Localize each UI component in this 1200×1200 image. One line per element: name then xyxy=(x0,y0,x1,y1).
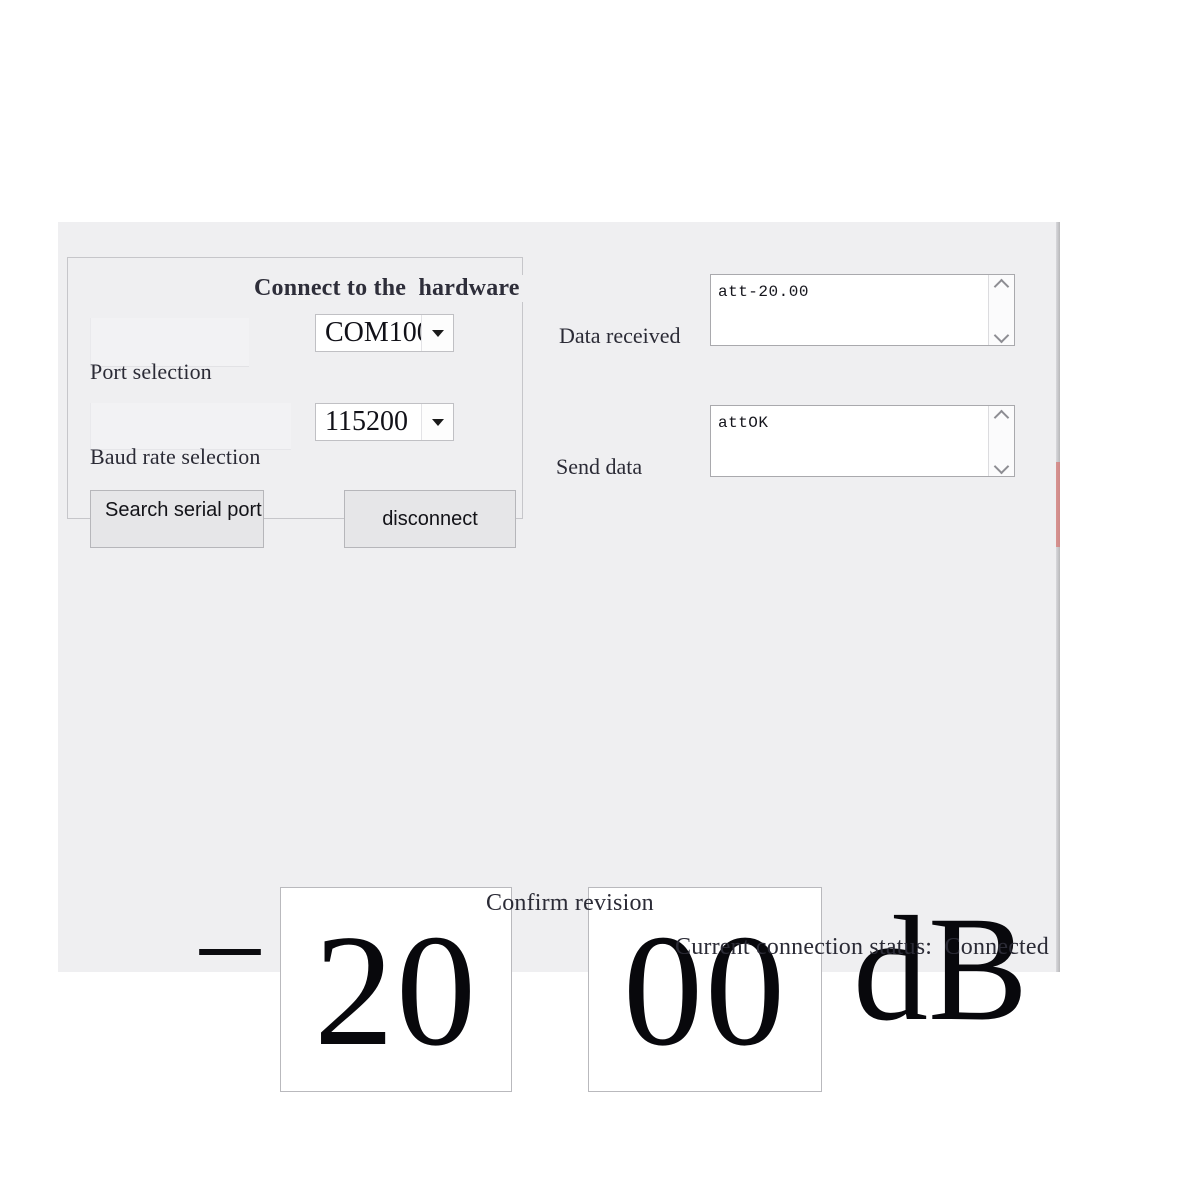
chevron-down-icon[interactable] xyxy=(421,315,453,351)
attenuation-fraction-input[interactable]: 00 xyxy=(588,887,822,1092)
baud-rate-selection-label: Baud rate selection xyxy=(90,444,261,469)
attenuation-readout: – 20 00 dB xyxy=(58,542,1060,1092)
chevron-down-icon[interactable] xyxy=(995,331,1009,340)
data-received-scrollbar[interactable] xyxy=(988,275,1014,345)
connect-to-hardware-group: Connect to the hardware Port selection B… xyxy=(67,257,526,548)
chevron-down-icon[interactable] xyxy=(995,462,1009,471)
data-received-textbox[interactable]: att-20.00 xyxy=(710,274,1015,346)
send-data-value: attOK xyxy=(718,414,769,432)
chevron-up-icon[interactable] xyxy=(995,411,1009,420)
baud-rate-value: 115200 xyxy=(325,406,408,437)
port-selection-label: Port selection xyxy=(90,359,212,384)
baud-rate-panel xyxy=(90,403,291,450)
baud-rate-dropdown[interactable]: 115200 xyxy=(315,403,454,441)
send-data-label: Send data xyxy=(556,454,643,479)
send-data-textbox[interactable]: attOK xyxy=(710,405,1015,477)
port-selection-value: COM100 xyxy=(325,317,421,348)
serial-attenuator-window: Connect to the hardware Port selection B… xyxy=(58,222,1060,1092)
data-received-label: Data received xyxy=(559,323,681,348)
port-selection-dropdown[interactable]: COM100 xyxy=(315,314,454,352)
attenuation-integer-input[interactable]: 20 xyxy=(280,887,512,1092)
chevron-down-icon[interactable] xyxy=(421,404,453,440)
connection-status-text: Current connection status: Connected xyxy=(675,934,1049,960)
chevron-up-icon[interactable] xyxy=(995,280,1009,289)
confirm-revision-button[interactable]: Confirm revision xyxy=(486,890,654,917)
send-data-scrollbar[interactable] xyxy=(988,406,1014,476)
data-received-value: att-20.00 xyxy=(718,283,809,301)
unit-label: dB xyxy=(853,886,1029,1052)
scrollbar-thumb[interactable] xyxy=(1056,462,1060,547)
connect-group-title: Connect to the hardware xyxy=(248,275,526,302)
disconnect-button[interactable]: disconnect xyxy=(344,490,516,548)
search-serial-port-button[interactable]: Search serial port xyxy=(90,490,264,548)
